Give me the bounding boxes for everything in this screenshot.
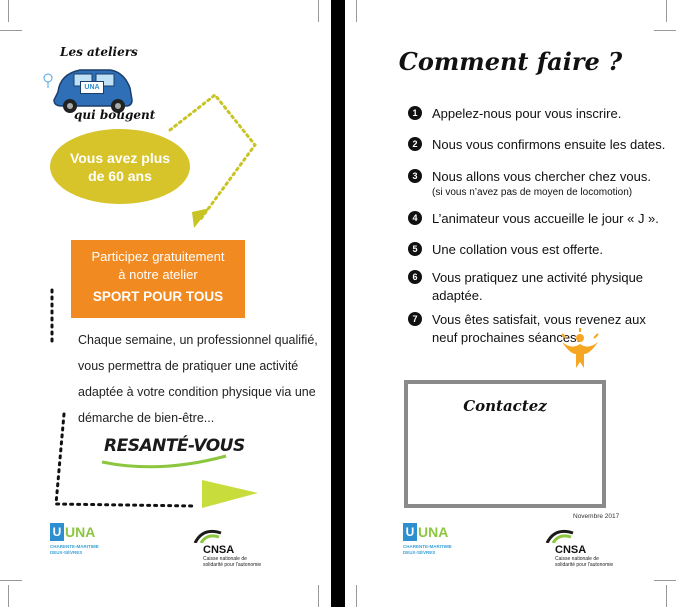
- una-logo-text: UNA: [418, 524, 449, 540]
- step-number: 1: [408, 106, 422, 120]
- una-logo-text: UNA: [65, 524, 96, 540]
- crop-mark: [666, 585, 667, 607]
- una-sub2: DEUX-SÈVRES: [50, 550, 83, 555]
- description-line: vous permettra de pratiquer une activité: [78, 359, 299, 373]
- oval-line1: Vous avez plus: [69, 149, 171, 166]
- center-gutter: [331, 0, 345, 607]
- contact-box: Contactez: [404, 380, 606, 508]
- step-text: Vous êtes satisfait, vous revenez aux: [432, 312, 646, 327]
- crop-mark: [654, 30, 676, 31]
- step-number: 4: [408, 211, 422, 225]
- contact-title: Contactez: [463, 397, 547, 415]
- crop-mark: [0, 580, 22, 581]
- cnsa-arc-icon: [545, 529, 574, 544]
- description-text: Chaque semaine, un professionnel qualifi…: [78, 327, 318, 431]
- una-logo: U UNA CHARENTE-MARITIME DEUX-SÈVRES: [50, 522, 110, 556]
- program-line1: Participez gratuitement: [91, 249, 225, 264]
- step-text: Vous pratiquez une activité physique: [432, 270, 644, 285]
- description-line: Chaque semaine, un professionnel qualifi…: [78, 333, 318, 347]
- cnsa-logo: CNSA Caisse nationale de solidarité pour…: [545, 527, 625, 568]
- cnsa-logo-text: CNSA: [203, 544, 235, 556]
- oval-line2: de 60 ans: [88, 167, 152, 184]
- step-text: Nous allons vous chercher chez vous.: [432, 169, 651, 184]
- description-line: démarche de bien-être...: [78, 411, 215, 425]
- header-bottom-text: qui bougent: [74, 108, 156, 122]
- step-text: Appelez-nous pour vous inscrire.: [432, 106, 622, 121]
- crop-mark: [8, 585, 9, 607]
- crop-mark: [318, 585, 319, 607]
- crop-mark: [356, 585, 357, 607]
- description-line: adaptée à votre condition physique via u…: [78, 385, 316, 399]
- step-note: (si vous n’avez pas de moyen de locomoti…: [432, 187, 633, 198]
- cnsa-sub2: solidarité pour l'autonomie: [555, 562, 614, 568]
- person-icon: [561, 328, 599, 368]
- page-title: Comment faire ?: [398, 47, 623, 76]
- cnsa-sub2: solidarité pour l'autonomie: [203, 562, 262, 568]
- step-number: 7: [408, 312, 422, 326]
- step-text-cont: adaptée.: [432, 288, 483, 303]
- cnsa-logo: CNSA Caisse nationale de solidarité pour…: [193, 527, 273, 568]
- una-logo: U UNA CHARENTE-MARITIME DEUX-SÈVRES: [403, 522, 463, 556]
- cnsa-arc-icon: [193, 529, 222, 544]
- crop-mark: [654, 580, 676, 581]
- resante-logo: RESANTÉ-VOUS: [100, 430, 245, 470]
- resante-logo-text: RESANTÉ-VOUS: [104, 436, 245, 456]
- crop-mark: [318, 0, 319, 22]
- step-number: 2: [408, 137, 422, 151]
- crop-mark: [356, 0, 357, 22]
- step-number: 6: [408, 270, 422, 284]
- cnsa-logo-text: CNSA: [555, 544, 587, 556]
- una-sub2: DEUX-SÈVRES: [403, 550, 436, 555]
- step-text: L’animateur vous accueille le jour « J »…: [432, 211, 659, 226]
- step-text: Une collation vous est offerte.: [432, 242, 604, 257]
- step-number: 3: [408, 169, 422, 183]
- crop-mark: [666, 0, 667, 22]
- car-badge: UNA: [80, 81, 104, 94]
- step-text: Nous vous confirmons ensuite les dates.: [432, 137, 666, 152]
- crop-mark: [8, 0, 9, 22]
- step-number: 5: [408, 242, 422, 256]
- date-note: Novembre 2017: [573, 513, 620, 520]
- program-line2: à notre atelier: [118, 267, 198, 282]
- age-oval: Vous avez plus de 60 ans: [50, 129, 190, 204]
- crop-mark: [0, 30, 22, 31]
- step-text-cont: neuf prochaines séances.: [432, 330, 581, 345]
